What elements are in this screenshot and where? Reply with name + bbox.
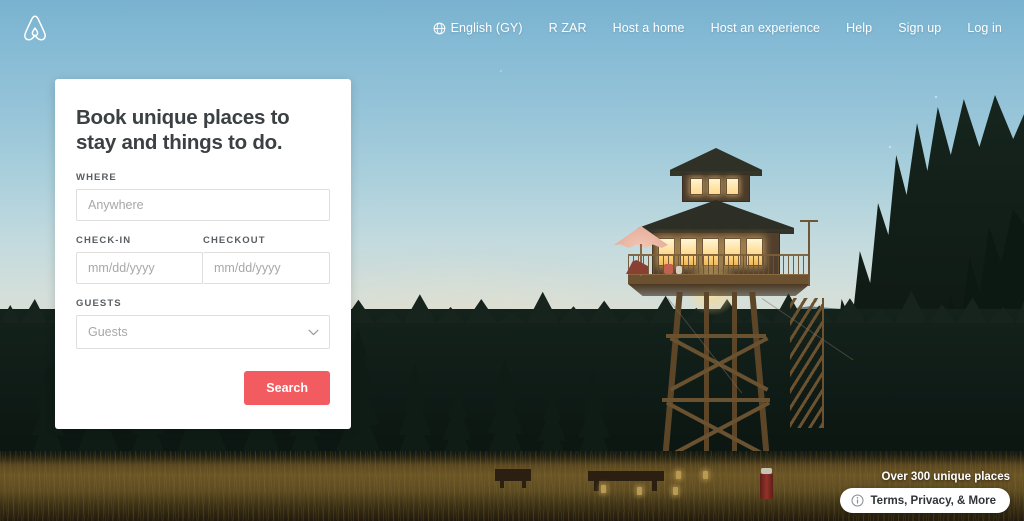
checkin-label: CHECK-IN [76, 235, 132, 246]
deck-underside [628, 284, 810, 296]
terms-privacy-label: Terms, Privacy, & More [870, 494, 997, 507]
star [935, 96, 937, 98]
search-button[interactable]: Search [244, 371, 330, 405]
nav-log-in[interactable]: Log in [967, 21, 1002, 35]
cupola-window [726, 178, 739, 195]
cupola-window [708, 178, 721, 195]
tower-girt [662, 398, 770, 402]
guests-group: GUESTS [76, 298, 330, 349]
guests-select[interactable] [76, 315, 330, 349]
where-input[interactable] [76, 189, 330, 221]
card-actions: Search [76, 371, 330, 405]
nav-links: English (GY) R ZAR Host a home Host an e… [433, 21, 1002, 35]
main-roof [638, 200, 794, 234]
where-label: WHERE [76, 172, 117, 183]
search-card: Book unique places to stay and things to… [55, 79, 351, 429]
language-selector[interactable]: English (GY) [433, 21, 523, 35]
info-circle-icon [850, 494, 864, 507]
deck-railing [628, 254, 810, 276]
checkout-input[interactable] [203, 252, 330, 284]
globe-icon [433, 22, 445, 34]
star [500, 70, 502, 72]
where-group: WHERE [76, 172, 330, 221]
guests-select-wrapper [76, 315, 330, 349]
guests-label: GUESTS [76, 298, 122, 309]
dates-row: CHECK-IN CHECKOUT [76, 235, 330, 284]
checkin-input[interactable] [76, 252, 203, 284]
checkout-group: CHECKOUT [203, 235, 330, 284]
picnic-table [522, 479, 526, 488]
cupola-roof [670, 148, 762, 176]
nav-host-an-experience[interactable]: Host an experience [711, 21, 821, 35]
terms-privacy-pill[interactable]: Terms, Privacy, & More [839, 488, 1010, 513]
unique-places-caption: Over 300 unique places [881, 471, 1010, 483]
picnic-table [652, 479, 657, 491]
language-label: English (GY) [450, 21, 523, 35]
tower-girt [666, 334, 766, 338]
picnic-table [594, 479, 599, 491]
nav-sign-up[interactable]: Sign up [898, 21, 941, 35]
deck-prop [664, 264, 673, 274]
top-navigation-bar: English (GY) R ZAR Host a home Host an e… [0, 0, 1024, 56]
nav-host-a-home[interactable]: Host a home [613, 21, 685, 35]
airbnb-belo-logo[interactable] [22, 14, 48, 42]
cupola-window [690, 178, 703, 195]
lantern [703, 471, 708, 479]
tower-staircase [790, 298, 824, 428]
star [889, 146, 891, 148]
barrel [760, 468, 773, 499]
picnic-table [500, 479, 504, 488]
deck-prop [676, 266, 682, 274]
antenna-arm [800, 220, 818, 222]
deck-floor [628, 274, 810, 284]
bottom-right-badge: Over 300 unique places Terms, Privacy, &… [839, 471, 1010, 513]
checkout-label: CHECKOUT [203, 235, 266, 246]
checkin-group: CHECK-IN [76, 235, 203, 284]
hero-screen: English (GY) R ZAR Host a home Host an e… [0, 0, 1024, 521]
lantern [676, 471, 681, 479]
card-title: Book unique places to stay and things to… [76, 106, 290, 154]
lantern [601, 485, 606, 493]
currency-selector[interactable]: R ZAR [549, 21, 587, 35]
antenna-pole [808, 220, 810, 286]
lantern [637, 487, 642, 495]
fire-lookout-tower [612, 148, 854, 500]
nav-help[interactable]: Help [846, 21, 872, 35]
lantern [673, 487, 678, 495]
